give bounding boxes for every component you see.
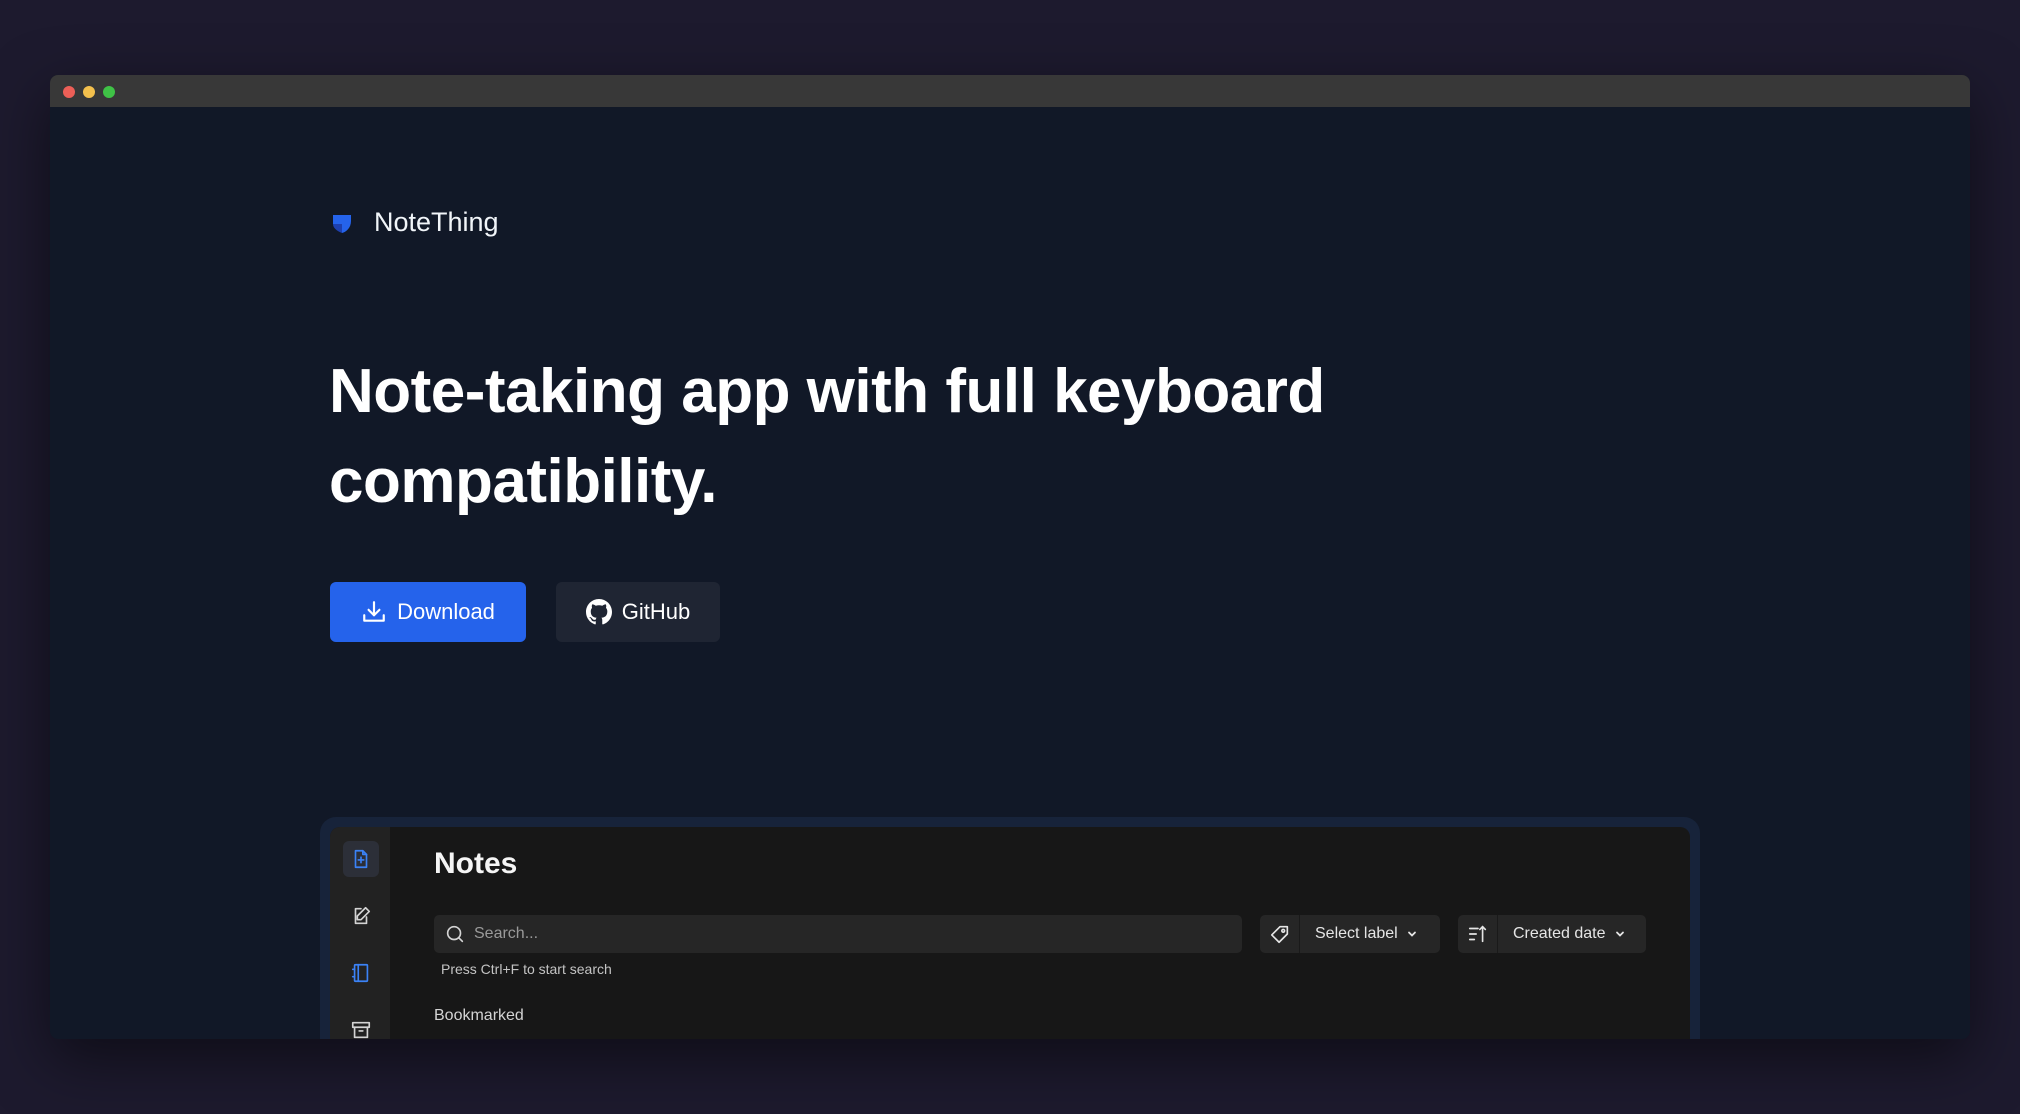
minimize-window-button[interactable] — [83, 86, 95, 98]
app-window: Notes Press Ctrl+F to start search — [330, 827, 1690, 1039]
browser-window: NoteThing Note-taking app with full keyb… — [50, 75, 1970, 1039]
search-bar[interactable] — [434, 915, 1242, 953]
chevron-down-icon — [1407, 931, 1416, 937]
label-filter-value: Select label — [1315, 925, 1398, 942]
hero-title-line-2: compatibility. — [329, 447, 718, 516]
notebook-icon — [351, 963, 369, 983]
new-note-button[interactable] — [343, 841, 379, 877]
github-icon — [585, 599, 612, 625]
sort-value: Created date — [1513, 925, 1606, 942]
github-label: GitHub — [621, 599, 691, 624]
sort-ascending-icon — [1458, 915, 1498, 953]
search-hint: Press Ctrl+F to start search — [441, 961, 612, 977]
bookmarked-section-label: Bookmarked — [434, 1007, 524, 1024]
archive-button[interactable] — [343, 1012, 379, 1039]
github-button[interactable]: GitHub — [556, 582, 720, 642]
sort-select[interactable]: Created date — [1458, 915, 1646, 953]
new-note-icon — [354, 849, 368, 869]
archive-icon — [351, 1021, 371, 1039]
tag-icon — [1260, 915, 1300, 953]
download-icon — [363, 601, 385, 622]
search-icon — [446, 925, 464, 943]
label-filter-select[interactable]: Select label — [1260, 915, 1440, 953]
download-button[interactable]: Download — [330, 582, 526, 642]
brand[interactable]: NoteThing — [330, 207, 499, 238]
notes-title: Notes — [434, 847, 518, 880]
edit-note-icon — [354, 906, 371, 925]
landing-page: NoteThing Note-taking app with full keyb… — [50, 107, 1970, 1039]
maximize-window-button[interactable] — [103, 86, 115, 98]
window-titlebar — [50, 75, 1970, 107]
notething-logo-icon — [330, 211, 354, 235]
notebook-button[interactable] — [343, 955, 379, 991]
app-sidebar — [330, 827, 390, 1039]
download-label: Download — [397, 599, 495, 624]
brand-name: NoteThing — [374, 207, 499, 237]
edit-note-button[interactable] — [343, 898, 379, 934]
hero-title: Note-taking app with full keyboard compa… — [329, 347, 1529, 527]
search-input[interactable] — [474, 925, 1193, 943]
chevron-down-icon — [1615, 931, 1624, 937]
app-main: Notes Press Ctrl+F to start search — [390, 827, 1690, 1039]
app-preview: Notes Press Ctrl+F to start search — [320, 817, 1700, 1039]
hero-title-line-1: Note-taking app with full keyboard — [329, 357, 1325, 426]
close-window-button[interactable] — [63, 86, 75, 98]
